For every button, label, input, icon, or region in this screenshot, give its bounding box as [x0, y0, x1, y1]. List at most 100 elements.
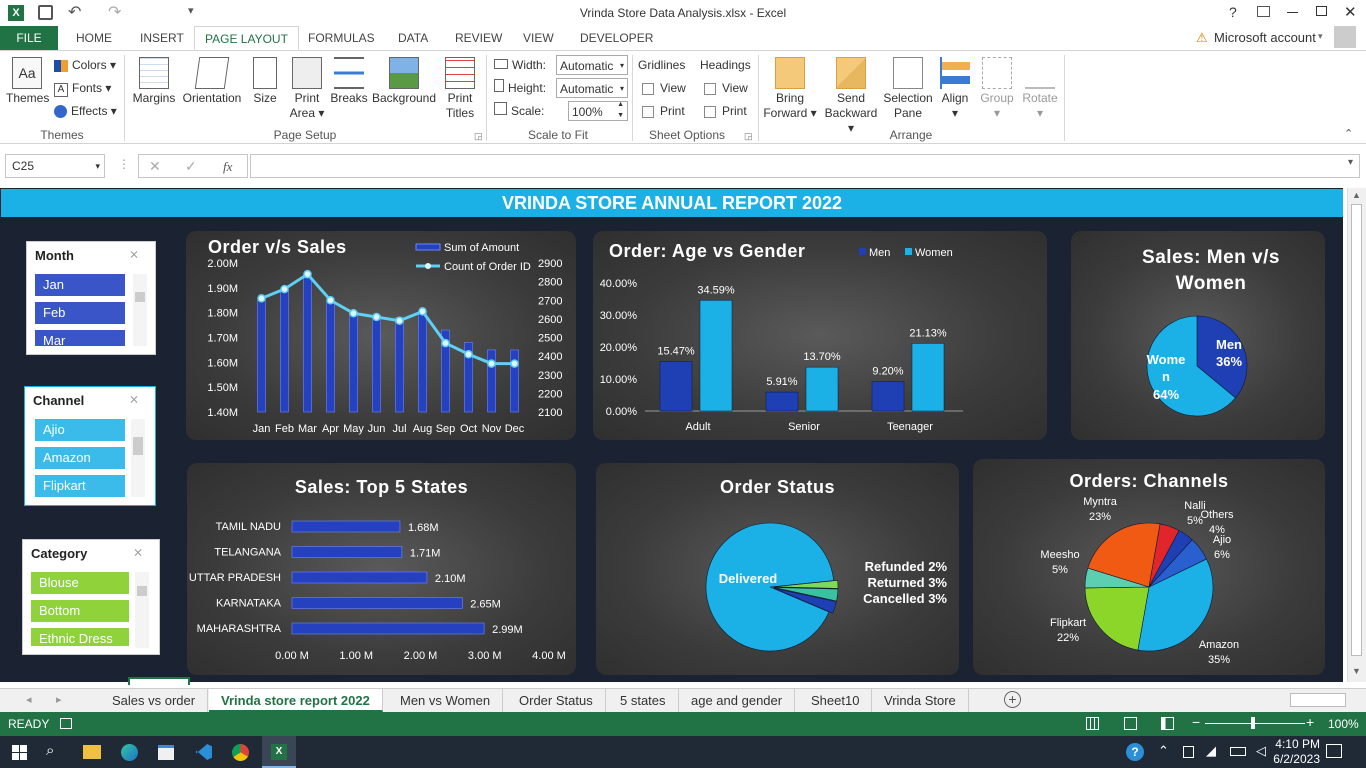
sheet-tab-vrinda-store[interactable]: Vrinda Store — [872, 689, 969, 712]
tab-home[interactable]: HOME — [66, 26, 122, 50]
rotate-button[interactable]: Rotate ▾ — [1020, 57, 1060, 121]
slicer-scrollbar[interactable] — [135, 572, 149, 648]
notification-icon[interactable] — [1326, 744, 1342, 758]
slicer-item-flipkart[interactable]: Flipkart — [35, 475, 125, 497]
tab-view[interactable]: VIEW — [513, 26, 564, 50]
enter-icon[interactable]: ✓ — [185, 158, 197, 175]
selection-pane-button[interactable]: Selection Pane — [882, 57, 934, 121]
scale-spinner[interactable]: 100% ▲ ▼ — [568, 101, 628, 121]
slicer-scrollbar[interactable] — [133, 274, 147, 346]
clear-filter-icon[interactable]: ⨯ — [129, 392, 145, 406]
slicer-item-ajio[interactable]: Ajio — [35, 419, 125, 441]
tab-scroll-right-icon[interactable]: ▸ — [56, 693, 62, 706]
sheet-tab-sheet10[interactable]: Sheet10 — [799, 689, 873, 712]
fonts-button[interactable]: A Fonts ▾ — [54, 78, 111, 98]
margins-button[interactable]: Margins — [130, 57, 178, 106]
effects-button[interactable]: Effects ▾ — [54, 101, 117, 121]
background-button[interactable]: Background — [370, 57, 438, 106]
width-select[interactable]: Automatic ▾ — [556, 55, 628, 75]
chart-top-5-states[interactable]: Sales: Top 5 States TAMIL NADU 1.68M TELAN… — [187, 463, 576, 675]
clear-filter-icon[interactable]: ⨯ — [129, 247, 145, 261]
store-icon[interactable] — [158, 745, 174, 760]
expand-formula-icon[interactable]: ▾ — [1348, 157, 1353, 168]
hscroll[interactable] — [1290, 693, 1346, 707]
scroll-down-icon[interactable]: ▼ — [1352, 666, 1361, 676]
undo-icon[interactable]: ↶ — [68, 2, 81, 22]
clock-time[interactable]: 4:10 PM — [1260, 737, 1320, 751]
slicer-item-jan[interactable]: Jan — [35, 274, 125, 296]
print-area-button[interactable]: Print Area ▾ — [288, 57, 326, 121]
chart-order-vs-sales[interactable]: Order v/s Sales 2.00M 1.90M 1.80M 1.70M 1.60… — [186, 231, 576, 440]
slicer-scrollbar[interactable] — [131, 419, 145, 497]
slicer-category[interactable]: Category ⨯ Blouse Bottom Ethnic Dress — [22, 539, 160, 655]
ribbon-display-icon[interactable] — [1257, 6, 1270, 17]
avatar[interactable] — [1334, 26, 1356, 48]
chart-age-vs-gender[interactable]: Order: Age vs Gender 40.00% 30.00% 20.00% 1… — [593, 231, 1047, 440]
sheet-tab-vrinda-store-report-2022[interactable]: Vrinda store report 2022 — [209, 689, 383, 712]
zoom-level[interactable]: 100% — [1328, 717, 1359, 731]
dialog-launcher-icon[interactable]: ◲ — [474, 131, 483, 142]
zoom-slider[interactable] — [1205, 717, 1305, 729]
headings-print-checkbox[interactable]: Print — [704, 101, 747, 121]
fx-icon[interactable]: fx — [223, 159, 232, 175]
collapse-ribbon-icon[interactable]: ⌃ — [1344, 127, 1353, 140]
close-icon[interactable]: ✕ — [1344, 3, 1357, 21]
headings-view-checkbox[interactable]: View — [704, 78, 748, 98]
dialog-launcher-icon[interactable]: ◲ — [744, 131, 753, 142]
chart-men-vs-women[interactable]: Sales: Men v/s Women Men 36% Wome n 64% — [1071, 231, 1325, 440]
clear-filter-icon[interactable]: ⨯ — [133, 545, 149, 559]
zoom-in-icon[interactable]: + — [1306, 714, 1314, 730]
size-button[interactable]: Size — [248, 57, 282, 106]
slicer-month[interactable]: Month ⨯ Jan Feb Mar — [26, 241, 156, 355]
macro-record-icon[interactable] — [60, 718, 72, 729]
add-sheet-icon[interactable]: + — [1004, 691, 1021, 708]
tab-page-layout[interactable]: PAGE LAYOUT — [194, 26, 299, 50]
file-explorer-icon[interactable] — [83, 745, 101, 759]
slicer-channel[interactable]: Channel ⨯ Ajio Amazon Flipkart — [24, 386, 156, 506]
selected-cell[interactable] — [128, 677, 190, 685]
gridlines-print-checkbox[interactable]: Print — [642, 101, 685, 121]
slicer-item-amazon[interactable]: Amazon — [35, 447, 125, 469]
help-icon[interactable]: ? — [1229, 4, 1237, 20]
search-icon[interactable]: ⌕ — [46, 742, 54, 759]
cancel-icon[interactable]: ✕ — [149, 158, 161, 175]
vertical-scrollbar[interactable]: ▲ ▼ — [1347, 188, 1366, 682]
slicer-item-blouse[interactable]: Blouse — [31, 572, 129, 594]
slicer-item-bottom[interactable]: Bottom — [31, 600, 129, 622]
save-icon[interactable] — [38, 5, 53, 20]
align-button[interactable]: Align ▾ — [938, 57, 972, 121]
send-backward-button[interactable]: Send Backward ▾ — [820, 57, 882, 136]
wifi-icon[interactable]: ◢ — [1206, 743, 1216, 759]
tab-file[interactable]: FILE — [0, 26, 58, 50]
redo-icon[interactable]: ↷ — [108, 2, 121, 22]
normal-view-icon[interactable] — [1086, 717, 1099, 730]
minimize-icon[interactable] — [1287, 12, 1298, 13]
tab-developer[interactable]: DEVELOPER — [570, 26, 663, 50]
name-box[interactable]: C25 ▾ — [5, 154, 105, 178]
excel-taskbar-icon[interactable]: X — [262, 736, 296, 768]
tray-chevron-icon[interactable]: ⌃ — [1158, 743, 1169, 759]
zoom-out-icon[interactable]: − — [1192, 714, 1200, 730]
sheet-tab-order-status[interactable]: Order Status — [507, 689, 606, 712]
page-break-view-icon[interactable] — [1161, 717, 1174, 730]
sheet-tab-age-and-gender[interactable]: age and gender — [679, 689, 796, 712]
tab-formulas[interactable]: FORMULAS — [298, 26, 385, 50]
slicer-item-ethnic-dress[interactable]: Ethnic Dress — [31, 628, 129, 646]
chart-order-status[interactable]: Order Status Delivered Refunded 2% Returne… — [596, 463, 959, 675]
edge-icon[interactable] — [121, 744, 138, 761]
help-tray-icon[interactable]: ? — [1126, 743, 1144, 761]
chrome-icon[interactable] — [232, 744, 249, 761]
customize-qat-icon[interactable]: ▾ — [188, 4, 194, 17]
page-layout-view-icon[interactable] — [1124, 717, 1137, 730]
colors-button[interactable]: Colors ▾ — [54, 55, 116, 75]
sheet-tab-5-states[interactable]: 5 states — [608, 689, 679, 712]
themes-button[interactable]: Aa Themes — [6, 57, 49, 106]
account-menu[interactable]: Microsoft account — [1214, 30, 1316, 45]
tab-data[interactable]: DATA — [388, 26, 438, 50]
group-button[interactable]: Group ▾ — [976, 57, 1018, 121]
bring-forward-button[interactable]: Bring Forward ▾ — [762, 57, 818, 121]
scroll-up-icon[interactable]: ▲ — [1352, 190, 1361, 200]
vscode-icon[interactable] — [196, 744, 212, 760]
gridlines-view-checkbox[interactable]: View — [642, 78, 686, 98]
formula-input[interactable] — [250, 154, 1360, 178]
